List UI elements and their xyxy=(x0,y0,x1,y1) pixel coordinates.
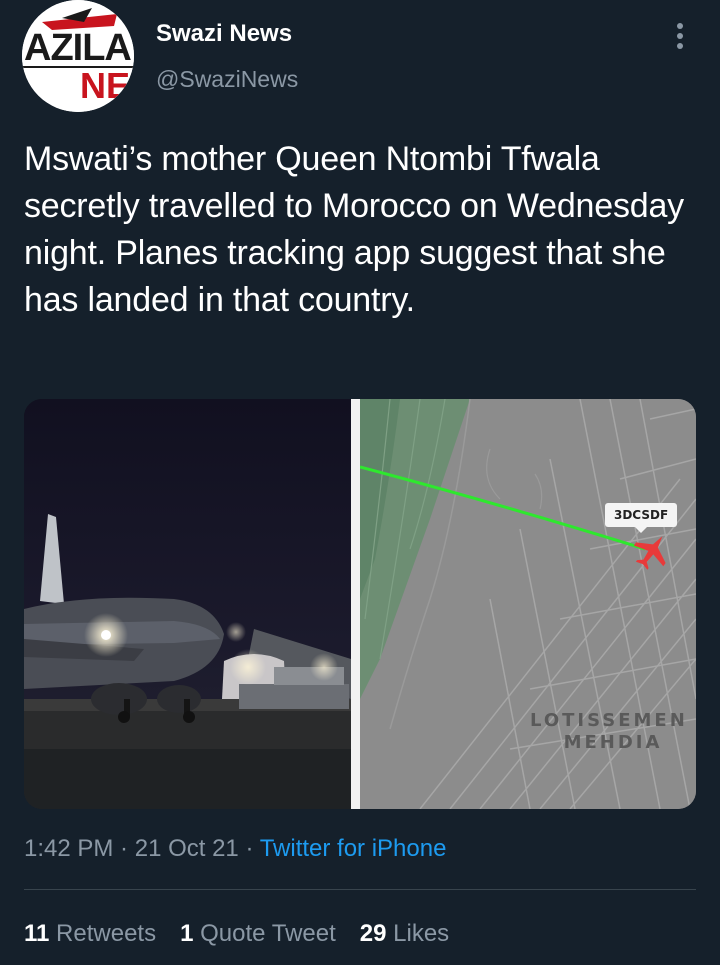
quote-tweets-stat[interactable]: 1 Quote Tweet xyxy=(180,920,336,948)
tweet-time[interactable]: 1:42 PM xyxy=(24,835,113,862)
tweet-date[interactable]: 21 Oct 21 xyxy=(135,835,239,862)
meta-separator: · xyxy=(113,835,135,862)
map-place-label: LOTISSEMEN MEHDIA xyxy=(530,710,696,754)
likes-stat[interactable]: 29 Likes xyxy=(360,920,449,948)
quotes-label: Quote Tweet xyxy=(200,920,336,947)
map-label-line1: LOTISSEMEN xyxy=(530,710,688,731)
tweet-meta: 1:42 PM · 21 Oct 21 · Twitter for iPhone xyxy=(24,835,446,863)
more-vertical-icon[interactable] xyxy=(665,18,695,54)
tweet-media[interactable]: 3DCSDF LOTISSEMEN MEHDIA xyxy=(24,399,696,809)
svg-text:AZILA: AZILA xyxy=(24,27,131,69)
meta-separator: · xyxy=(238,835,260,862)
more-dot xyxy=(677,23,683,29)
tweet-source-link[interactable]: Twitter for iPhone xyxy=(260,835,447,862)
display-name[interactable]: Swazi News xyxy=(156,20,292,48)
retweets-stat[interactable]: 11 Retweets xyxy=(24,920,156,948)
map-label-line2: MEHDIA xyxy=(563,732,663,753)
flight-callsign-badge: 3DCSDF xyxy=(605,503,678,533)
media-divider xyxy=(351,399,360,809)
user-handle[interactable]: @SwaziNews xyxy=(156,66,298,93)
likes-label: Likes xyxy=(393,920,450,947)
tweet-text: Mswati’s mother Queen Ntombi Tfwala secr… xyxy=(24,140,684,319)
airport-photo[interactable] xyxy=(24,399,351,809)
retweets-label: Retweets xyxy=(56,920,157,947)
quotes-count: 1 xyxy=(180,920,194,947)
divider xyxy=(24,889,696,890)
avatar[interactable]: AZILA NE xyxy=(22,0,134,112)
likes-count: 29 xyxy=(359,920,387,947)
more-dot xyxy=(677,43,683,49)
retweets-count: 11 xyxy=(24,920,50,947)
tweet-stats: 11 Retweets 1 Quote Tweet 29 Likes xyxy=(24,920,473,948)
svg-text:NE: NE xyxy=(80,65,130,106)
swazi-news-logo-icon: AZILA NE xyxy=(22,0,134,112)
flight-map[interactable]: 3DCSDF LOTISSEMEN MEHDIA xyxy=(360,399,696,809)
tweet-page: AZILA NE Swazi News @SwaziNews Mswati’s … xyxy=(0,0,720,965)
more-dot xyxy=(677,33,683,39)
